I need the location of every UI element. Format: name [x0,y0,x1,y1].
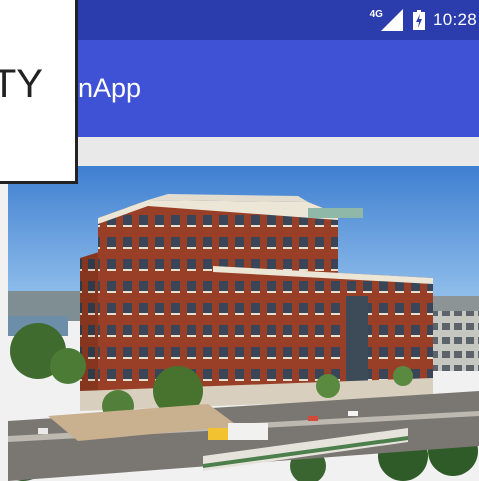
app-title: nApp [78,73,142,103]
building-photo-illustration [8,166,479,481]
signal-bars-icon [380,9,405,31]
battery-charging-icon [412,10,425,30]
status-clock: 10:28 [432,10,477,29]
status-icons: 4G 10:28 [370,0,479,40]
building-photo[interactable] [0,166,479,481]
network-type-label: 4G [369,8,383,20]
overlay-text: TY [0,62,43,106]
overlay-popup: TY [0,0,78,184]
